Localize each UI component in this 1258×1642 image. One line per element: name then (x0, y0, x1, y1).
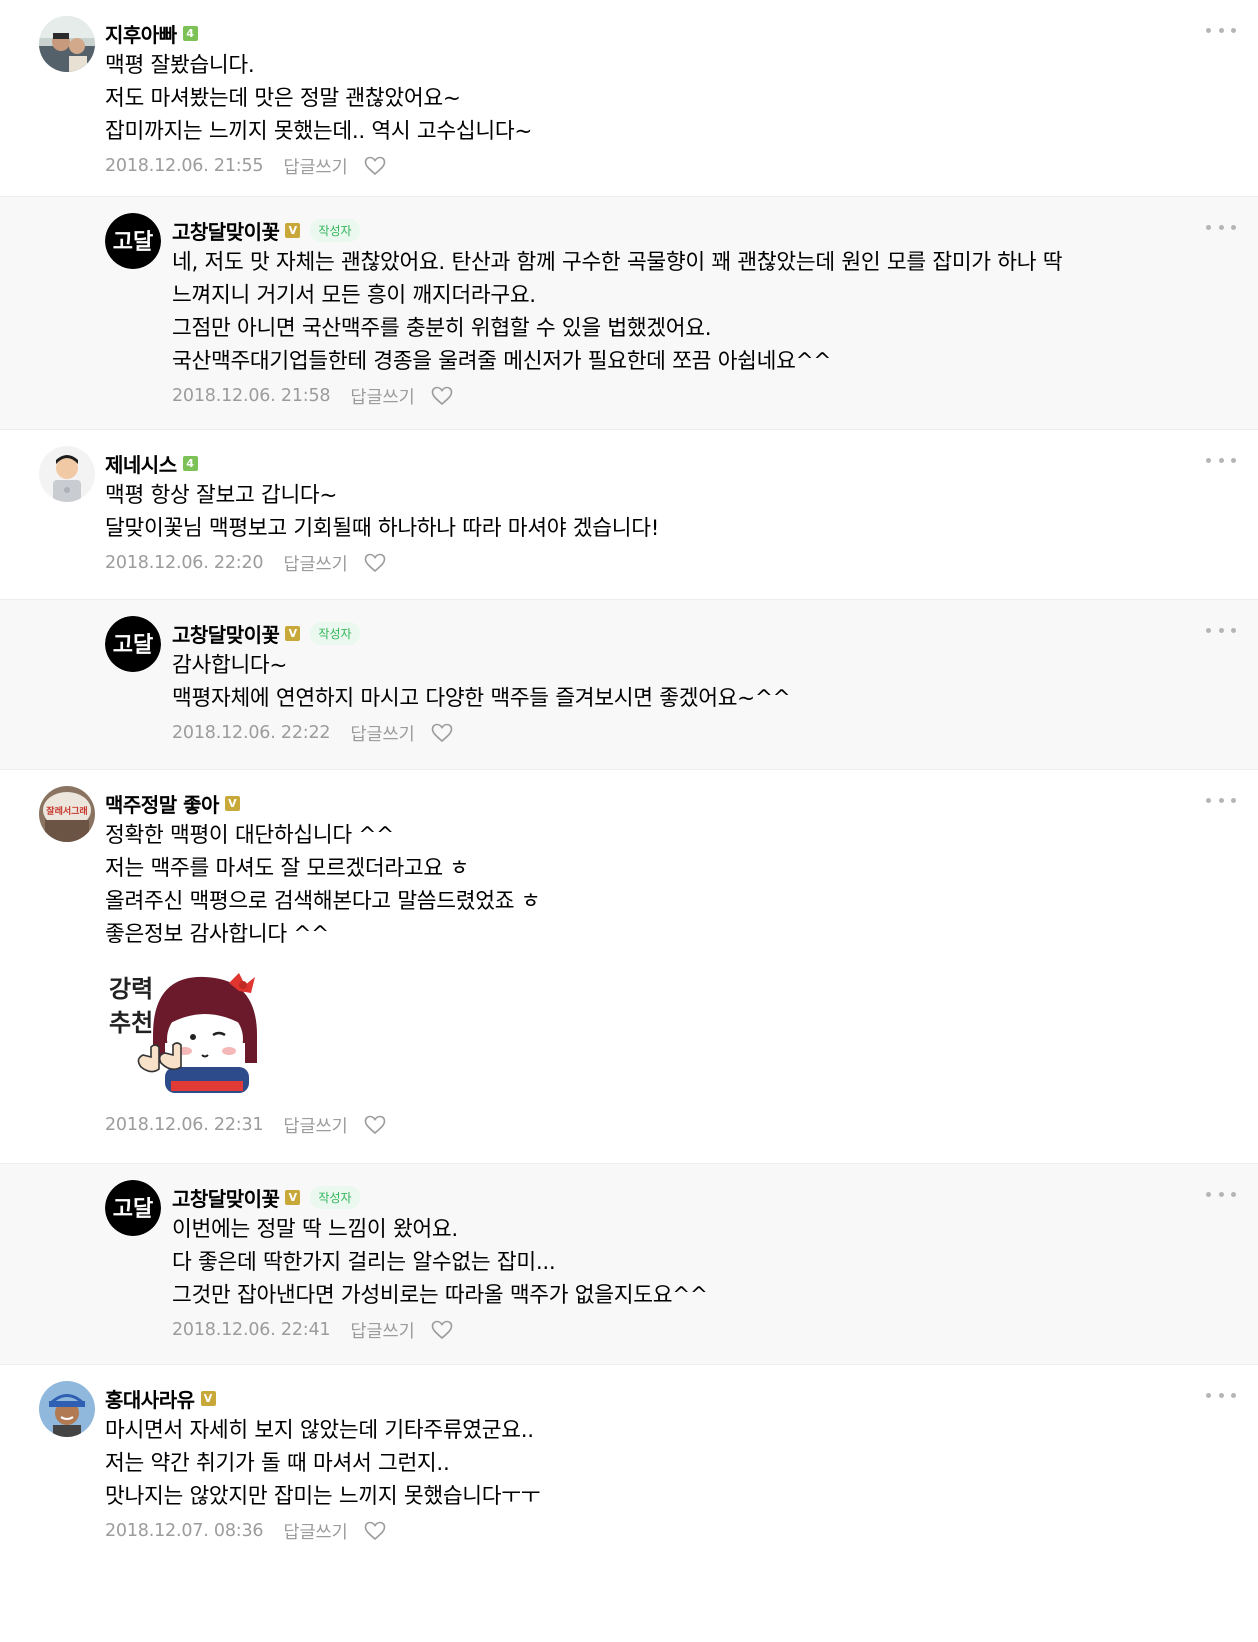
avatar[interactable]: 고달 (105, 616, 161, 672)
author-tag-badge: 작성자 (310, 1185, 360, 1209)
comment-line: 그점만 아니면 국산맥주를 충분히 위협할 수 있을 법했겠어요. (172, 316, 712, 341)
nickname[interactable]: 홍대사라유 (105, 1384, 195, 1413)
comment-item: 홍대사라유 V 마시면서 자세히 보지 않았는데 기타주류였군요.. 저는 약간… (0, 1365, 1258, 1585)
comment-text: 이번에는 정말 딱 느낌이 왔어요. 다 좋은데 딱한가지 걸리는 알수없는 잡… (172, 1213, 1178, 1312)
comment-line: 맥평 잘봤습니다. (105, 53, 255, 78)
comment-line: 맥평자체에 연연하지 마시고 다양한 맥주들 즐겨보시면 좋겠어요~^^ (172, 686, 791, 711)
nickname[interactable]: 고창달맞이꽃 (172, 1183, 280, 1212)
comment-date: 2018.12.06. 22:22 (172, 723, 331, 743)
more-options-button[interactable] (1206, 790, 1236, 810)
like-heart-icon[interactable] (364, 1115, 386, 1135)
comment-text: 맥평 항상 잘보고 갑니다~ 달맞이꽃님 맥평보고 기회될때 하나하나 따라 마… (105, 479, 1178, 545)
reply-button[interactable]: 답글쓰기 (350, 721, 414, 746)
sticker-text: 추천 (109, 1009, 153, 1037)
comment-text: 맥평 잘봤습니다. 저도 마셔봤는데 맛은 정말 괜찮았어요~ 잡미까지는 느끼… (105, 49, 1178, 148)
avatar-text: 잘레서그래 (46, 805, 87, 817)
reply-item: 고달 고창달맞이꽃 V 작성자 네, 저도 맛 자체는 괜찮았어요. 탄산과 함… (0, 197, 1258, 430)
sticker-text: 강력 (109, 975, 153, 1003)
comment-date: 2018.12.06. 22:41 (172, 1320, 331, 1340)
comment-date: 2018.12.06. 21:58 (172, 386, 331, 406)
comment-date: 2018.12.06. 22:31 (105, 1115, 264, 1135)
nickname[interactable]: 고창달맞이꽃 (172, 619, 280, 648)
avatar[interactable] (39, 446, 95, 502)
comment-text: 마시면서 자세히 보지 않았는데 기타주류였군요.. 저는 약간 취기가 돌 때… (105, 1414, 1178, 1513)
more-options-button[interactable] (1206, 1184, 1236, 1204)
comment-list: 지후아빠 4 맥평 잘봤습니다. 저도 마셔봤는데 맛은 정말 괜찮았어요~ 잡… (0, 0, 1258, 1585)
member-level-badge: V (285, 1189, 301, 1205)
like-heart-icon[interactable] (431, 1320, 453, 1340)
comment-line: 저는 맥주를 마셔도 잘 모르겠더라고요 ㅎ (105, 856, 469, 881)
reply-button[interactable]: 답글쓰기 (283, 551, 347, 576)
like-heart-icon[interactable] (431, 386, 453, 406)
comment-line: 올려주신 맥평으로 검색해본다고 말씀드렸었죠 ㅎ (105, 889, 541, 914)
reply-button[interactable]: 답글쓰기 (350, 384, 414, 409)
comment-line: 국산맥주대기업들한테 경종을 울려줄 메신저가 필요한데 쪼끔 아쉽네요^^ (172, 349, 832, 374)
comment-line: 맥평 항상 잘보고 갑니다~ (105, 483, 338, 508)
member-level-badge: V (224, 795, 240, 811)
comment-line: 저는 약간 취기가 돌 때 마셔서 그런지.. (105, 1451, 450, 1476)
member-level-badge: 4 (182, 25, 198, 41)
avatar[interactable]: 잘레서그래 (39, 786, 95, 842)
comment-item: 제네시스 4 맥평 항상 잘보고 갑니다~ 달맞이꽃님 맥평보고 기회될때 하나… (0, 430, 1258, 600)
more-options-button[interactable] (1206, 20, 1236, 40)
comment-line: 잡미까지는 느끼지 못했는데.. 역시 고수십니다~ (105, 119, 533, 144)
comment-text: 네, 저도 맛 자체는 괜찮았어요. 탄산과 함께 구수한 곡물향이 꽤 괜찮았… (172, 246, 1178, 378)
like-heart-icon[interactable] (364, 1521, 386, 1541)
reply-item: 고달 고창달맞이꽃 V 작성자 감사합니다~ 맥평자체에 연연하지 마시고 다양… (0, 600, 1258, 770)
avatar-logo-text: 고달 (113, 230, 153, 255)
author-tag-badge: 작성자 (310, 218, 360, 242)
reply-button[interactable]: 답글쓰기 (350, 1318, 414, 1343)
more-options-button[interactable] (1206, 450, 1236, 470)
author-tag-badge: 작성자 (310, 621, 360, 645)
nickname[interactable]: 고창달맞이꽃 (172, 216, 280, 245)
comment-line: 그것만 잡아낸다면 가성비로는 따라올 맥주가 없을지도요^^ (172, 1283, 708, 1308)
more-options-button[interactable] (1206, 1385, 1236, 1405)
like-heart-icon[interactable] (364, 553, 386, 573)
nickname[interactable]: 제네시스 (105, 449, 177, 478)
comment-line: 저도 마셔봤는데 맛은 정말 괜찮았어요~ (105, 86, 461, 111)
reply-button[interactable]: 답글쓰기 (283, 1113, 347, 1138)
like-heart-icon[interactable] (364, 156, 386, 176)
comment-line: 네, 저도 맛 자체는 괜찮았어요. 탄산과 함께 구수한 곡물향이 꽤 괜찮았… (172, 250, 1063, 275)
comment-line: 감사합니다~ (172, 653, 288, 678)
avatar[interactable] (39, 16, 95, 72)
avatar[interactable] (39, 1381, 95, 1437)
comment-text: 감사합니다~ 맥평자체에 연연하지 마시고 다양한 맥주들 즐겨보시면 좋겠어요… (172, 649, 1178, 715)
comment-line: 좋은정보 감사합니다 ^^ (105, 922, 329, 947)
more-options-button[interactable] (1206, 620, 1236, 640)
avatar-logo-text: 고달 (113, 633, 153, 658)
member-level-badge: V (285, 222, 301, 238)
avatar-logo-text: 고달 (113, 1197, 153, 1222)
comment-text: 정확한 맥평이 대단하십니다 ^^ 저는 맥주를 마셔도 잘 모르겠더라고요 ㅎ… (105, 819, 1178, 951)
comment-item: 지후아빠 4 맥평 잘봤습니다. 저도 마셔봤는데 맛은 정말 괜찮았어요~ 잡… (0, 0, 1258, 197)
comment-line: 정확한 맥평이 대단하십니다 ^^ (105, 823, 394, 848)
comment-line: 마시면서 자세히 보지 않았는데 기타주류였군요.. (105, 1418, 534, 1443)
avatar[interactable]: 고달 (105, 1180, 161, 1236)
comment-line: 다 좋은데 딱한가지 걸리는 알수없는 잡미... (172, 1250, 556, 1275)
comment-line: 이번에는 정말 딱 느낌이 왔어요. (172, 1217, 458, 1242)
comment-line: 달맞이꽃님 맥평보고 기회될때 하나하나 따라 마셔야 겠습니다! (105, 516, 660, 541)
reply-item: 고달 고창달맞이꽃 V 작성자 이번에는 정말 딱 느낌이 왔어요. 다 좋은데… (0, 1164, 1258, 1365)
nickname[interactable]: 지후아빠 (105, 19, 177, 48)
member-level-badge: V (285, 625, 301, 641)
comment-item: 잘레서그래 맥주정말 좋아 V 정확한 맥평이 대단하십니다 ^^ 저는 맥주를… (0, 770, 1258, 1164)
comment-line: 맛나지는 않았지만 잡미는 느끼지 못했습니다ㅜㅜ (105, 1484, 541, 1509)
avatar[interactable]: 고달 (105, 213, 161, 269)
comment-line: 느껴지니 거기서 모든 흥이 깨지더라구요. (172, 283, 536, 308)
more-options-button[interactable] (1206, 217, 1236, 237)
reply-button[interactable]: 답글쓰기 (283, 154, 347, 179)
comment-date: 2018.12.06. 22:20 (105, 553, 264, 573)
comment-date: 2018.12.07. 08:36 (105, 1521, 264, 1541)
nickname[interactable]: 맥주정말 좋아 (105, 789, 219, 818)
member-level-badge: 4 (182, 455, 198, 471)
like-heart-icon[interactable] (431, 723, 453, 743)
recommend-sticker[interactable]: 강력 추천 (105, 963, 265, 1103)
reply-button[interactable]: 답글쓰기 (283, 1519, 347, 1544)
comment-date: 2018.12.06. 21:55 (105, 156, 264, 176)
member-level-badge: V (200, 1390, 216, 1406)
